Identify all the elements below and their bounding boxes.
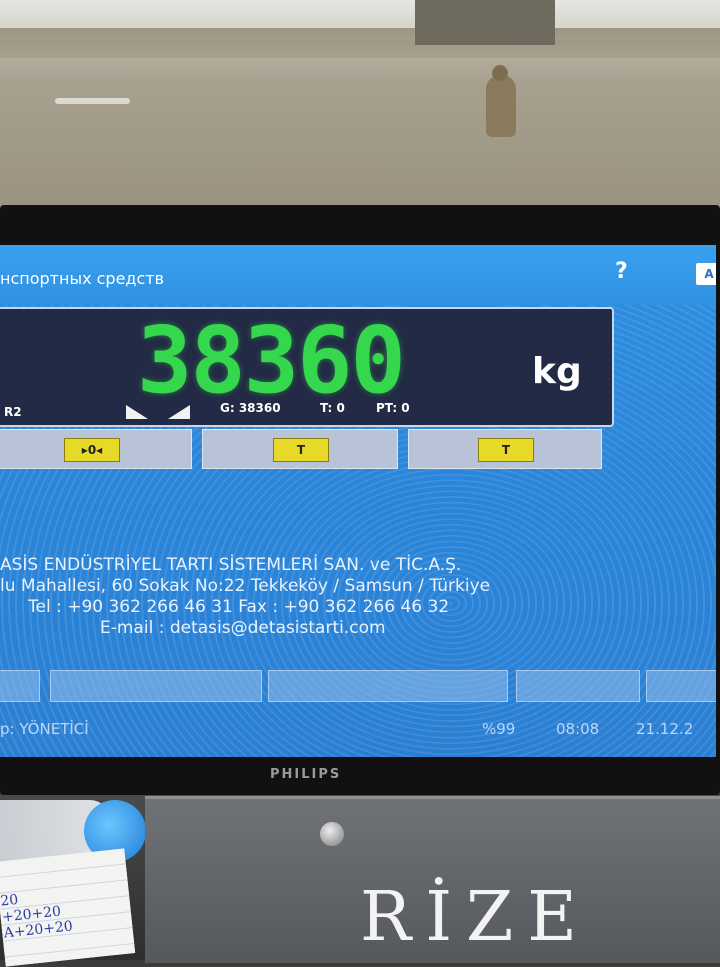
tare-button[interactable]: T [202,429,398,469]
treeline [0,28,720,58]
preset-tare-indicator: PT: 0 [376,401,410,415]
notepad-writing: 20 +20+20 A+20+20 [0,891,74,942]
company-info: ASİS ENDÜSTRİYEL TARTI SİSTEMLERİ SAN. v… [0,555,716,655]
menu-button-1[interactable] [0,670,40,702]
help-icon[interactable]: ? [615,259,628,284]
clock: 08:08 [556,720,600,738]
ground-snow-streak [55,98,130,104]
gross-indicator: G: 38360 [220,401,281,415]
company-phone: Tel : +90 362 266 46 31 Fax : +90 362 26… [28,597,450,617]
tare-indicator: T: 0 [320,401,345,415]
indicator-row: R2 G: 38360 T: 0 PT: 0 [0,401,612,421]
title-bar: нспортных средств ? A [0,245,716,305]
window-title: нспортных средств [0,269,165,288]
menu-button-2[interactable] [50,670,262,702]
zero-icon: ▸0◂ [64,438,120,462]
dog [486,65,516,137]
menu-button-4[interactable] [516,670,640,702]
outdoor-scene [0,0,720,215]
menu-button-row [0,670,716,702]
monitor: нспортных средств ? A 38360 kg R2 G: 383… [0,205,720,795]
range-indicator: R2 [4,405,22,419]
stable-left-icon [126,405,148,419]
weight-display-panel: 38360 kg R2 G: 38360 T: 0 PT: 0 [0,307,614,427]
screw-icon [320,822,344,846]
weight-readout: 38360 [137,307,406,414]
preset-tare-button[interactable]: T [408,429,602,469]
menu-button-3[interactable] [268,670,508,702]
monitor-brand-logo: PHILIPS [270,767,342,782]
box-handwriting: RİZE [360,878,591,957]
preset-tare-icon: T [478,438,534,462]
weighing-screen: нспортных средств ? A 38360 kg R2 G: 383… [0,245,716,757]
menu-button-5[interactable] [646,670,716,702]
user-label: p: YÖNETİCİ [0,720,89,738]
battery-level: %99 [482,720,516,738]
zero-button[interactable]: ▸0◂ [0,429,192,469]
weight-unit: kg [532,351,582,392]
stable-right-icon [168,405,190,419]
company-name: ASİS ENDÜSTRİYEL TARTI SİSTEMLERİ SAN. v… [0,555,462,575]
function-button-row: ▸0◂ T T [0,429,610,469]
tare-icon: T [273,438,329,462]
language-button[interactable]: A [696,263,716,285]
date: 21.12.2 [636,720,694,738]
company-email: E-mail : detasis@detasistarti.com [100,618,386,638]
distant-building [415,0,555,45]
status-bar: p: YÖNETİCİ %99 08:08 21.12.2 [0,720,716,742]
company-address: lu Mahallesi, 60 Sokak No:22 Tekkeköy / … [0,576,491,596]
